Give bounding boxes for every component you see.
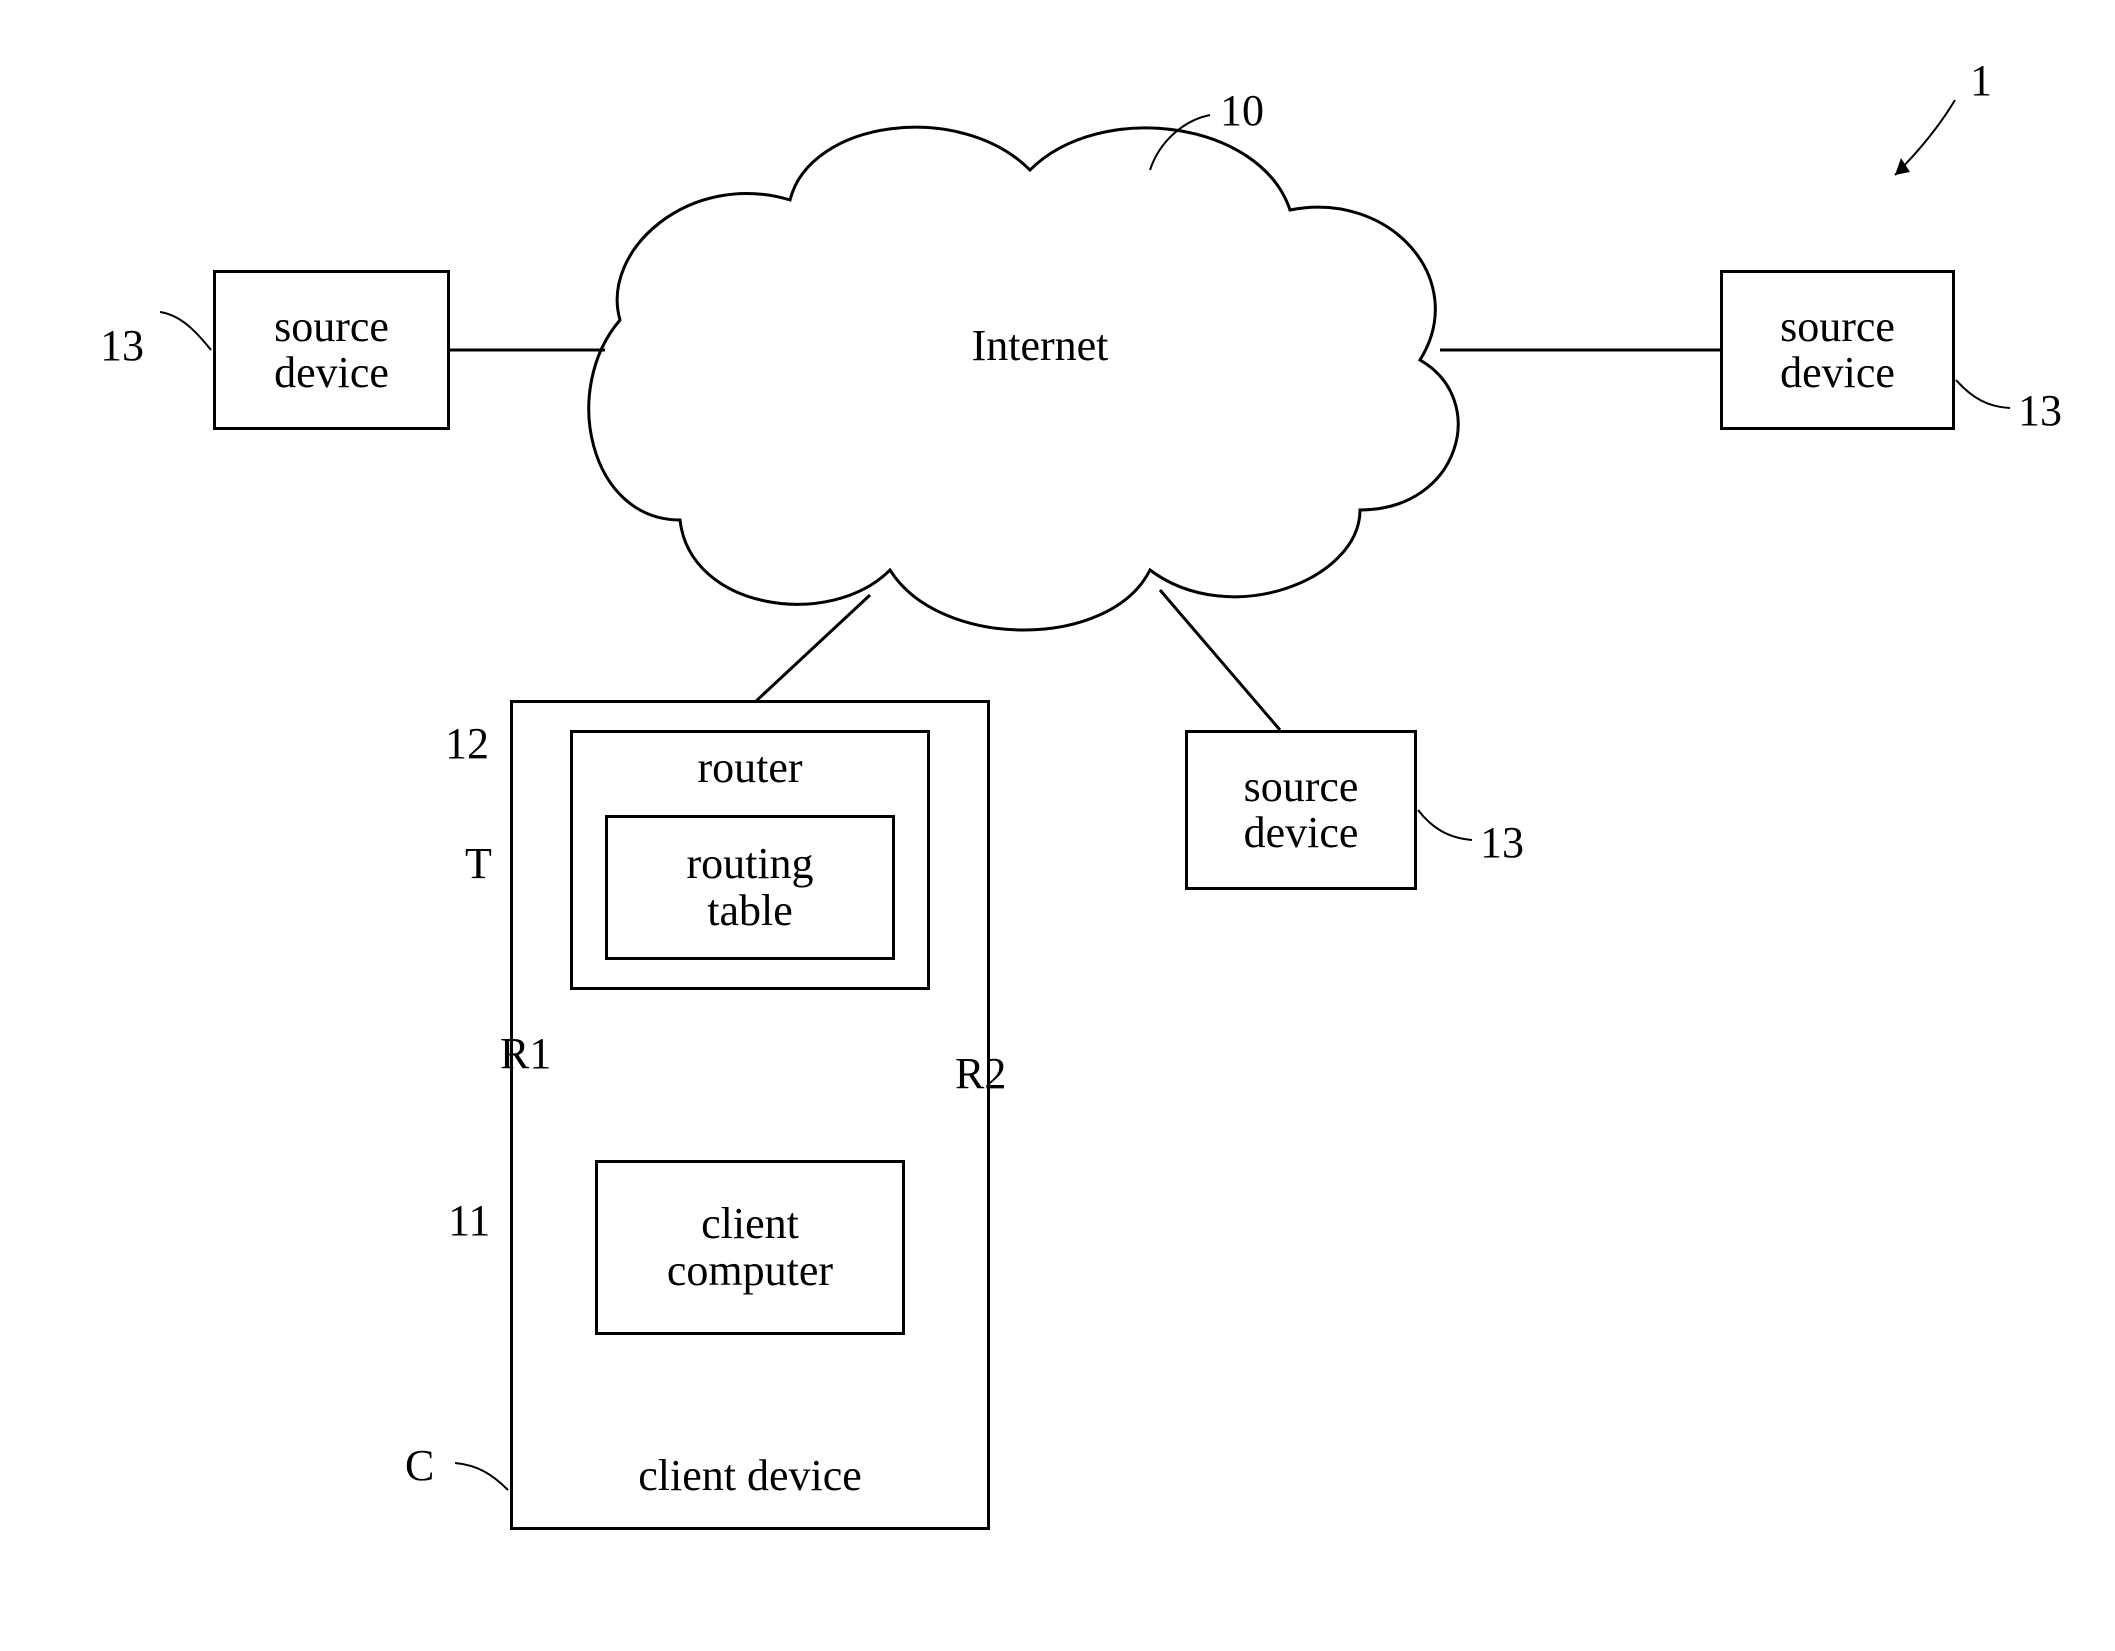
source-bottom-line2: device	[1244, 810, 1359, 856]
source-bottom-ref: 13	[1480, 817, 1524, 868]
client-computer-line2: computer	[667, 1248, 833, 1294]
internet-label: Internet	[930, 320, 1150, 371]
client-device-label: client device	[638, 1453, 862, 1499]
r2-label: R2	[955, 1048, 1006, 1099]
source-left-line1: source	[274, 304, 389, 350]
source-device-left: source device	[213, 270, 450, 430]
client-computer-line1: client	[667, 1201, 833, 1247]
routing-table-line1: routing	[686, 841, 813, 887]
source-device-bottom: source device	[1185, 730, 1417, 890]
source-right-line1: source	[1780, 304, 1895, 350]
source-bottom-line1: source	[1244, 764, 1359, 810]
diagram-svg-layer	[0, 0, 2115, 1651]
client-computer-box: client computer	[595, 1160, 905, 1335]
source-device-right: source device	[1720, 270, 1955, 430]
router-ref: 12	[445, 718, 489, 769]
source-right-ref: 13	[2018, 385, 2062, 436]
r1-label: R1	[500, 1028, 551, 1079]
client-device-ref: C	[405, 1440, 434, 1491]
client-computer-ref: 11	[448, 1195, 490, 1246]
cloud-shape	[589, 127, 1458, 630]
routing-table-line2: table	[686, 888, 813, 934]
router-label: router	[697, 745, 802, 791]
internet-ref: 10	[1220, 85, 1264, 136]
source-right-line2: device	[1780, 350, 1895, 396]
routing-table-box: routing table	[605, 815, 895, 960]
source-left-ref: 13	[100, 320, 144, 371]
source-left-line2: device	[274, 350, 389, 396]
routing-table-ref: T	[465, 838, 492, 889]
figure-ref-1: 1	[1970, 55, 1992, 106]
